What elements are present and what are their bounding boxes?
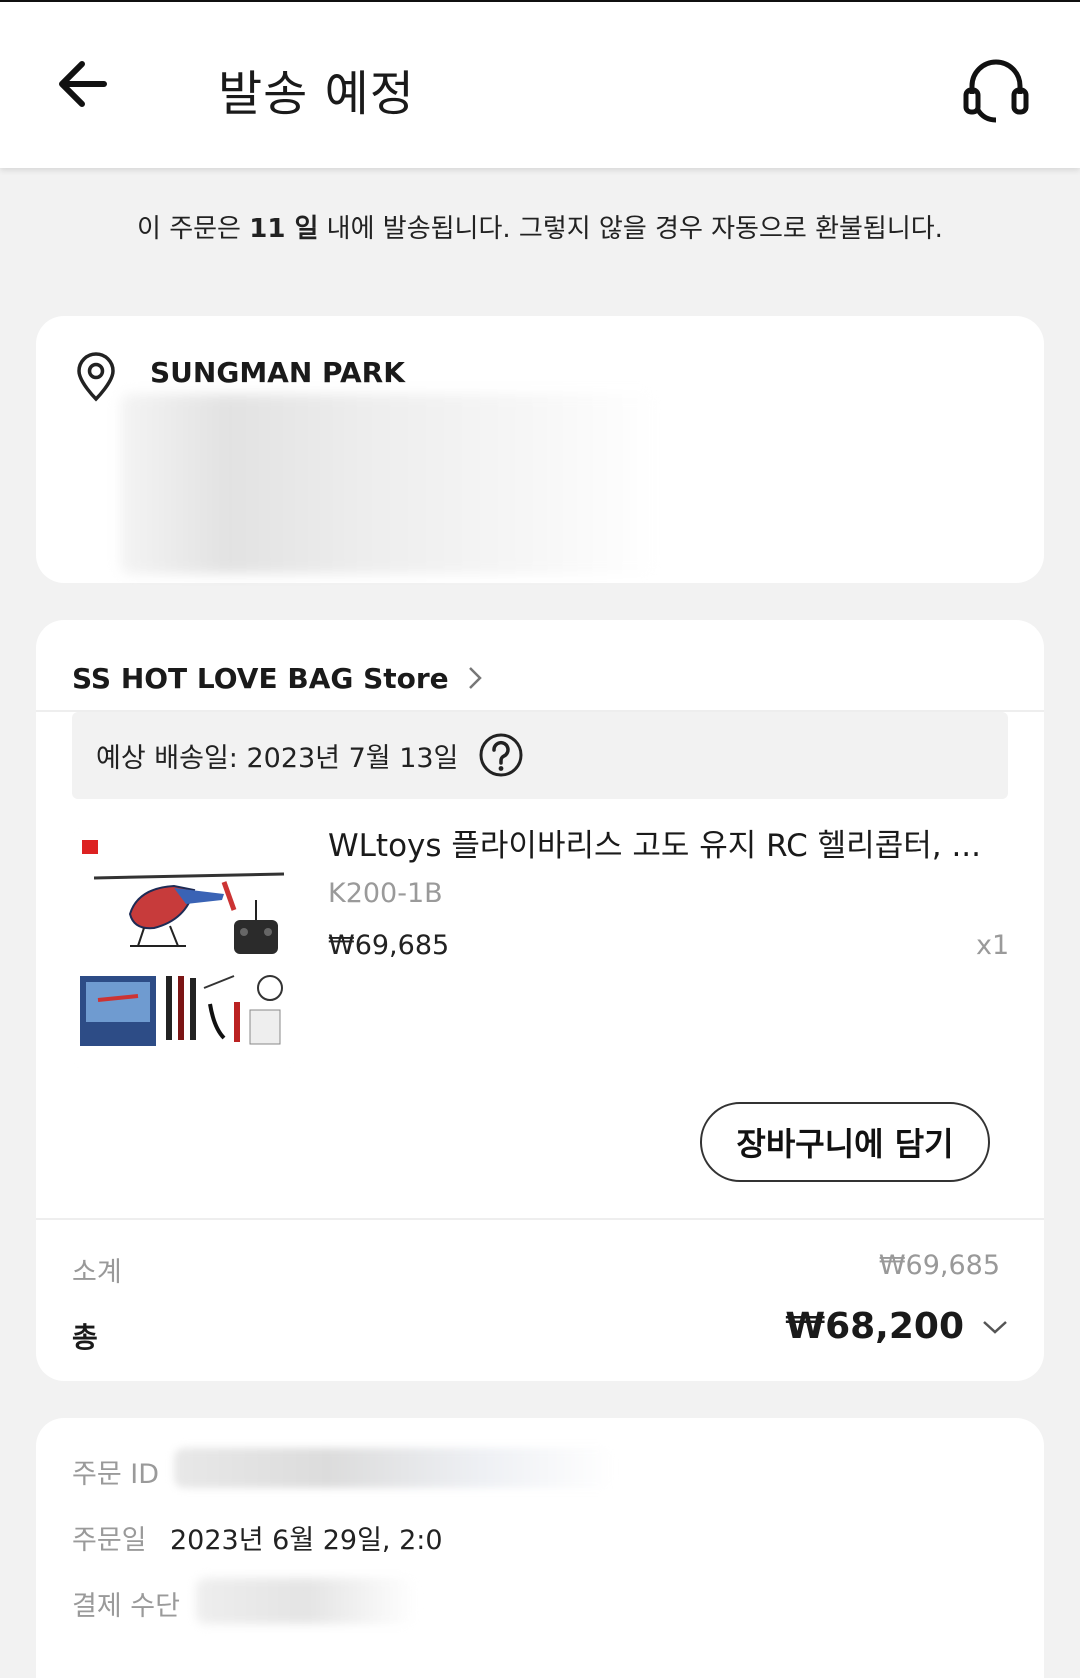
rc-helicopter-image	[74, 828, 294, 1068]
product-variant: K200-1B	[328, 878, 443, 909]
total-value: ₩68,200	[785, 1306, 964, 1347]
divider	[36, 1218, 1044, 1220]
order-id-label: 주문 ID	[72, 1459, 160, 1490]
shipping-address-card: SUNGMAN PARK	[36, 316, 1044, 583]
headset-icon	[963, 59, 1029, 123]
location-pin-icon	[77, 352, 115, 402]
order-info-card: 주문 ID 주문일 2023년 6월 29일, 2:0 결제 수단	[36, 1418, 1044, 1678]
redacted-payment-method	[196, 1578, 416, 1624]
store-name: SS HOT LOVE BAG Store	[72, 661, 449, 695]
chevron-down-icon	[983, 1320, 1007, 1334]
redacted-order-id[interactable]	[174, 1448, 614, 1488]
product-image[interactable]	[74, 828, 294, 1068]
product-title[interactable]: WLtoys 플라이바리스 고도 유지 RC 헬리콥터, ...	[328, 820, 988, 865]
page-title: 발송 예정	[218, 66, 415, 122]
total-breakdown-toggle[interactable]: ₩68,200	[785, 1306, 1008, 1347]
order-date-label: 주문일	[72, 1525, 147, 1556]
chevron-right-icon	[468, 667, 482, 689]
back-button[interactable]	[52, 52, 116, 116]
payment-method-label: 결제 수단	[72, 1591, 180, 1622]
redacted-address	[120, 394, 660, 574]
question-mark-icon[interactable]	[478, 732, 524, 778]
estimated-delivery-box: 예상 배송일: 2023년 7월 13일	[72, 712, 1008, 799]
order-date-value: 2023년 6월 29일, 2:0	[170, 1525, 443, 1556]
subtotal-label: 소계	[72, 1257, 122, 1288]
store-link[interactable]: SS HOT LOVE BAG Store	[72, 658, 483, 698]
total-label: 총	[72, 1321, 98, 1354]
ship-days: 11 일	[249, 214, 319, 244]
app-header: 발송 예정	[0, 2, 1080, 168]
customer-support-button[interactable]	[962, 54, 1030, 124]
add-to-cart-button[interactable]: 장바구니에 담기	[700, 1102, 990, 1182]
estimated-delivery-text: 예상 배송일: 2023년 7월 13일	[96, 743, 459, 774]
store-order-card: SS HOT LOVE BAG Store 예상 배송일: 2023년 7월 1…	[36, 620, 1044, 1381]
subtotal-value: ₩69,685	[878, 1250, 1000, 1281]
arrow-left-icon	[59, 61, 107, 107]
auto-refund-notice: 이 주문은 11 일 내에 발송됩니다. 그렇지 않을 경우 자동으로 환불됩니…	[137, 214, 943, 244]
product-price: ₩69,685	[328, 930, 450, 961]
product-quantity: x1	[976, 930, 1010, 961]
recipient-name: SUNGMAN PARK	[150, 356, 405, 389]
